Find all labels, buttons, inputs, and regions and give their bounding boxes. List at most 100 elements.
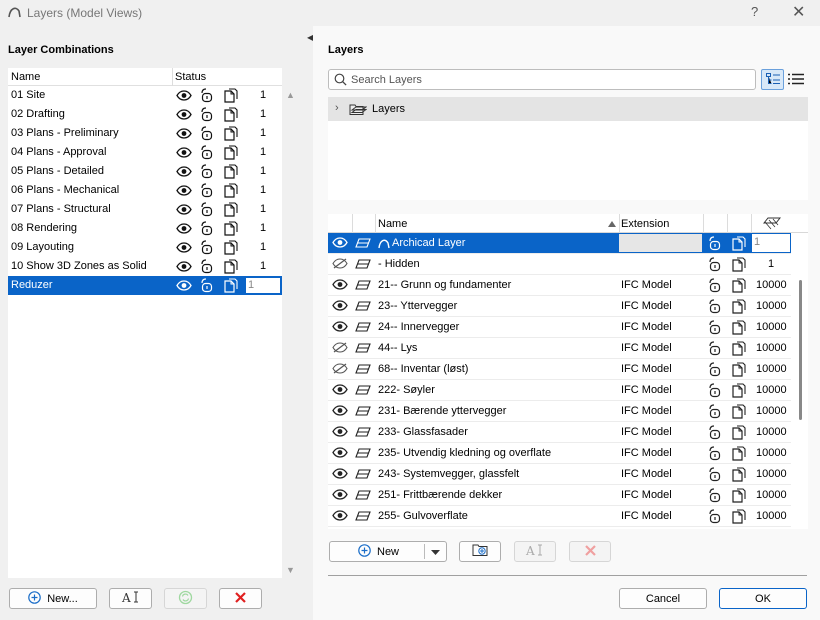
layer-plane-icon[interactable] — [355, 469, 371, 482]
layer-folder-tree[interactable]: › Layers — [328, 97, 808, 200]
layer-plane-icon[interactable] — [355, 280, 371, 293]
table-row[interactable]: 243- Systemvegger, glassfelt IFC Model 1… — [328, 464, 791, 485]
help-button[interactable]: ? — [751, 4, 758, 19]
new-combination-button[interactable]: New... — [9, 588, 97, 609]
visibility-eye-icon[interactable] — [332, 321, 348, 335]
tree-view-toggle[interactable] — [761, 69, 784, 90]
wireframe-icon[interactable] — [224, 202, 238, 220]
lock-icon[interactable] — [200, 145, 214, 163]
lock-icon[interactable] — [708, 467, 722, 485]
table-row[interactable]: 231- Bærende yttervegger IFC Model 10000 — [328, 401, 791, 422]
lock-icon[interactable] — [200, 88, 214, 106]
list-item[interactable]: 08 Rendering 1 — [8, 219, 282, 238]
visibility-eye-icon[interactable] — [176, 166, 192, 180]
wireframe-icon[interactable] — [732, 299, 746, 317]
wireframe-icon[interactable] — [732, 509, 746, 527]
layer-plane-icon[interactable] — [355, 364, 371, 377]
layer-plane-icon[interactable] — [355, 385, 371, 398]
list-item[interactable]: 04 Plans - Approval 1 — [8, 143, 282, 162]
table-row[interactable]: 23-- Yttervegger IFC Model 10000 — [328, 296, 791, 317]
lock-icon[interactable] — [708, 404, 722, 422]
dropdown-arrow-icon[interactable] — [431, 547, 440, 559]
visibility-eye-icon[interactable] — [176, 261, 192, 275]
wireframe-icon[interactable] — [732, 278, 746, 296]
list-item[interactable]: 09 Layouting 1 — [8, 238, 282, 257]
wireframe-icon[interactable] — [224, 126, 238, 144]
ok-button[interactable]: OK — [719, 588, 807, 609]
list-view-icon[interactable] — [788, 73, 804, 88]
wireframe-icon[interactable] — [732, 320, 746, 338]
lock-icon[interactable] — [708, 257, 722, 275]
wireframe-icon[interactable] — [224, 278, 238, 296]
wireframe-icon[interactable] — [732, 488, 746, 506]
list-item[interactable]: 03 Plans - Preliminary 1 — [8, 124, 282, 143]
lock-icon[interactable] — [200, 126, 214, 144]
table-row[interactable]: 235- Utvendig kledning og overflate IFC … — [328, 443, 791, 464]
lock-icon[interactable] — [708, 236, 722, 254]
visibility-eye-icon[interactable] — [176, 185, 192, 199]
wireframe-icon[interactable] — [224, 145, 238, 163]
visibility-eye-icon[interactable] — [332, 489, 348, 503]
visibility-eye-icon[interactable] — [176, 109, 192, 123]
lock-icon[interactable] — [200, 164, 214, 182]
lock-icon[interactable] — [708, 488, 722, 506]
lock-icon[interactable] — [708, 341, 722, 359]
table-row[interactable]: - Hidden 1 — [328, 254, 791, 275]
table-row[interactable]: 222- Søyler IFC Model 10000 — [328, 380, 791, 401]
rename-button[interactable]: A — [109, 588, 152, 609]
visibility-eye-icon[interactable] — [176, 204, 192, 218]
visibility-eye-icon[interactable] — [332, 384, 348, 398]
layer-plane-icon[interactable] — [355, 427, 371, 440]
table-row[interactable]: 233- Glassfasader IFC Model 10000 — [328, 422, 791, 443]
visibility-eye-icon[interactable] — [332, 426, 348, 440]
column-name[interactable]: Name — [378, 218, 407, 230]
visibility-eye-icon[interactable] — [332, 237, 348, 251]
list-item[interactable]: 02 Drafting 1 — [8, 105, 282, 124]
layer-plane-icon[interactable] — [355, 301, 371, 314]
table-row[interactable]: 24-- Innervegger IFC Model 10000 — [328, 317, 791, 338]
lock-icon[interactable] — [708, 278, 722, 296]
table-row[interactable]: 44-- Lys IFC Model 10000 — [328, 338, 791, 359]
hidden-eye-icon[interactable] — [332, 258, 348, 272]
list-item[interactable]: 06 Plans - Mechanical 1 — [8, 181, 282, 200]
lock-icon[interactable] — [708, 299, 722, 317]
list-item[interactable]: 07 Plans - Structural 1 — [8, 200, 282, 219]
intersection-number-field[interactable]: 1 — [752, 234, 790, 252]
wireframe-icon[interactable] — [224, 107, 238, 125]
search-input[interactable]: Search Layers — [328, 69, 756, 90]
wireframe-icon[interactable] — [224, 221, 238, 239]
wireframe-icon[interactable] — [732, 467, 746, 485]
list-item[interactable]: 01 Site 1 — [8, 86, 282, 105]
wireframe-icon[interactable] — [732, 362, 746, 380]
visibility-eye-icon[interactable] — [176, 223, 192, 237]
hidden-eye-icon[interactable] — [332, 363, 348, 377]
cancel-button[interactable]: Cancel — [619, 588, 707, 609]
visibility-eye-icon[interactable] — [332, 279, 348, 293]
hidden-eye-icon[interactable] — [332, 342, 348, 356]
wireframe-icon[interactable] — [732, 446, 746, 464]
visibility-eye-icon[interactable] — [176, 128, 192, 142]
lock-icon[interactable] — [200, 202, 214, 220]
column-name[interactable]: Name — [11, 71, 40, 83]
wireframe-icon[interactable] — [732, 236, 746, 254]
visibility-eye-icon[interactable] — [176, 90, 192, 104]
rename-layer-button[interactable]: A — [514, 541, 556, 562]
table-row[interactable]: 21-- Grunn og fundamenter IFC Model 1000… — [328, 275, 791, 296]
visibility-eye-icon[interactable] — [332, 468, 348, 482]
lock-icon[interactable] — [200, 221, 214, 239]
layer-plane-icon[interactable] — [355, 238, 371, 251]
wireframe-icon[interactable] — [224, 88, 238, 106]
redefine-button[interactable] — [164, 588, 207, 609]
close-button[interactable]: ✕ — [792, 2, 805, 22]
scroll-up-arrow[interactable]: ▲ — [286, 90, 295, 100]
new-layer-button[interactable]: New — [329, 541, 447, 562]
table-row[interactable]: 251- Frittbærende dekker IFC Model 10000 — [328, 485, 791, 506]
visibility-eye-icon[interactable] — [176, 242, 192, 256]
lock-icon[interactable] — [708, 320, 722, 338]
layer-plane-icon[interactable] — [355, 490, 371, 503]
lock-icon[interactable] — [708, 425, 722, 443]
scroll-down-arrow[interactable]: ▼ — [286, 565, 295, 575]
layer-plane-icon[interactable] — [355, 322, 371, 335]
layer-plane-icon[interactable] — [355, 343, 371, 356]
wireframe-icon[interactable] — [732, 425, 746, 443]
